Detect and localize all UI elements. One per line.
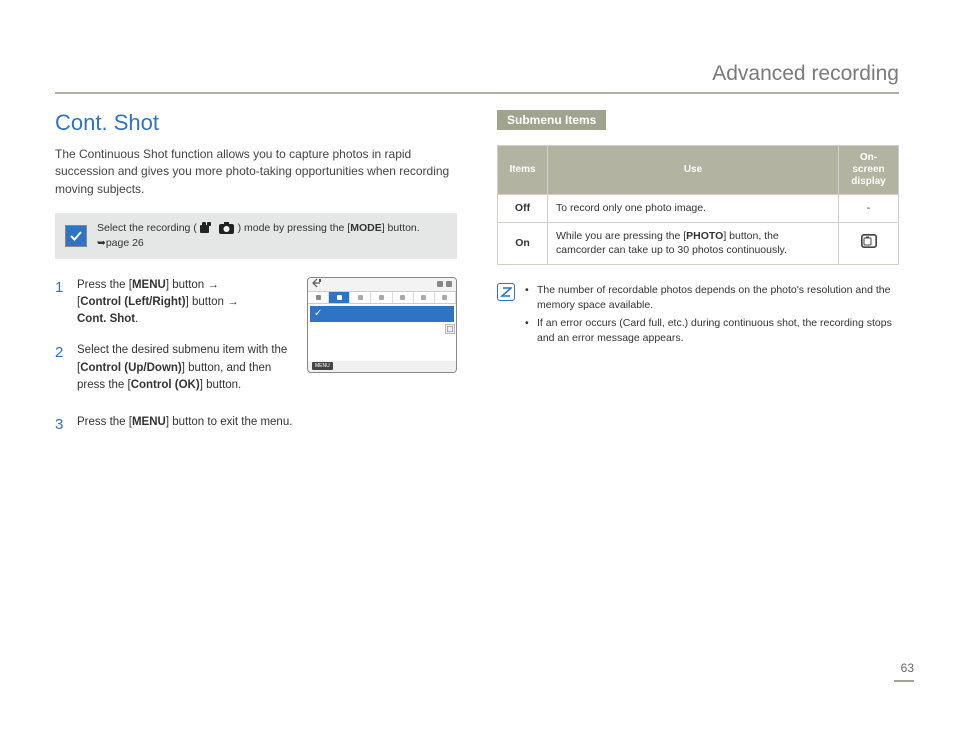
cell-display [839,222,899,264]
note-item: The number of recordable photos depends … [525,283,899,313]
cell-use: To record only one photo image. [548,195,839,223]
thumb-selected-row: ✓ [310,306,454,322]
arrow-icon: ➥ [97,237,106,249]
cell-display: - [839,195,899,223]
section-title: Cont. Shot [55,110,457,136]
th-use: Use [548,146,839,195]
thumb-tabs-row [308,291,456,304]
table-row: On While you are pressing the [PHOTO] bu… [498,222,899,264]
check-icon [65,225,87,247]
note-icon [497,283,515,301]
step-1: 1 Press the [MENU] button → [Control (Le… [55,277,292,329]
submenu-items-heading: Submenu Items [497,110,606,130]
th-items: Items [498,146,548,195]
side-tab-icon [445,324,455,334]
th-display: On-screendisplay [839,146,899,195]
left-column: Cont. Shot The Continuous Shot function … [55,110,457,451]
camera-icon [219,222,238,234]
step-number: 2 [55,342,67,394]
step-body: Press the [MENU] button to exit the menu… [77,414,457,437]
cell-item: Off [498,195,548,223]
header-rule [55,92,899,94]
notes-list: The number of recordable photos depends … [525,283,899,348]
step-number: 3 [55,414,67,437]
continuous-shot-icon [861,234,877,248]
status-icon [437,281,443,287]
step-3: 3 Press the [MENU] button to exit the me… [55,414,457,437]
cell-use: While you are pressing the [PHOTO] butto… [548,222,839,264]
menu-screenshot-thumbnail: ✓ MENU [307,277,457,373]
note-item: If an error occurs (Card full, etc.) dur… [525,316,899,346]
step-body: Press the [MENU] button → [Control (Left… [77,277,292,329]
mode-select-text: Select the recording ( ) mode by pressin… [97,221,447,250]
step-body: Select the desired submenu item with the… [77,342,292,394]
page-number-rule [894,680,914,682]
submenu-table: Items Use On-screendisplay Off To record… [497,145,899,265]
intro-paragraph: The Continuous Shot function allows you … [55,146,457,198]
video-icon [200,222,219,234]
header-title: Advanced recording [712,62,899,86]
steps-list-cont: 3 Press the [MENU] button to exit the me… [55,414,457,437]
step-2: 2 Select the desired submenu item with t… [55,342,292,394]
steps-list: 1 Press the [MENU] button → [Control (Le… [55,277,292,395]
right-column: Submenu Items Items Use On-screendisplay… [497,110,899,451]
cell-item: On [498,222,548,264]
step-number: 1 [55,277,67,329]
notes-block: The number of recordable photos depends … [497,283,899,348]
menu-label: MENU [312,362,333,370]
battery-icon [446,281,452,287]
page-number: 63 [901,661,914,675]
table-row: Off To record only one photo image. - [498,195,899,223]
mode-select-box: Select the recording ( ) mode by pressin… [55,213,457,258]
